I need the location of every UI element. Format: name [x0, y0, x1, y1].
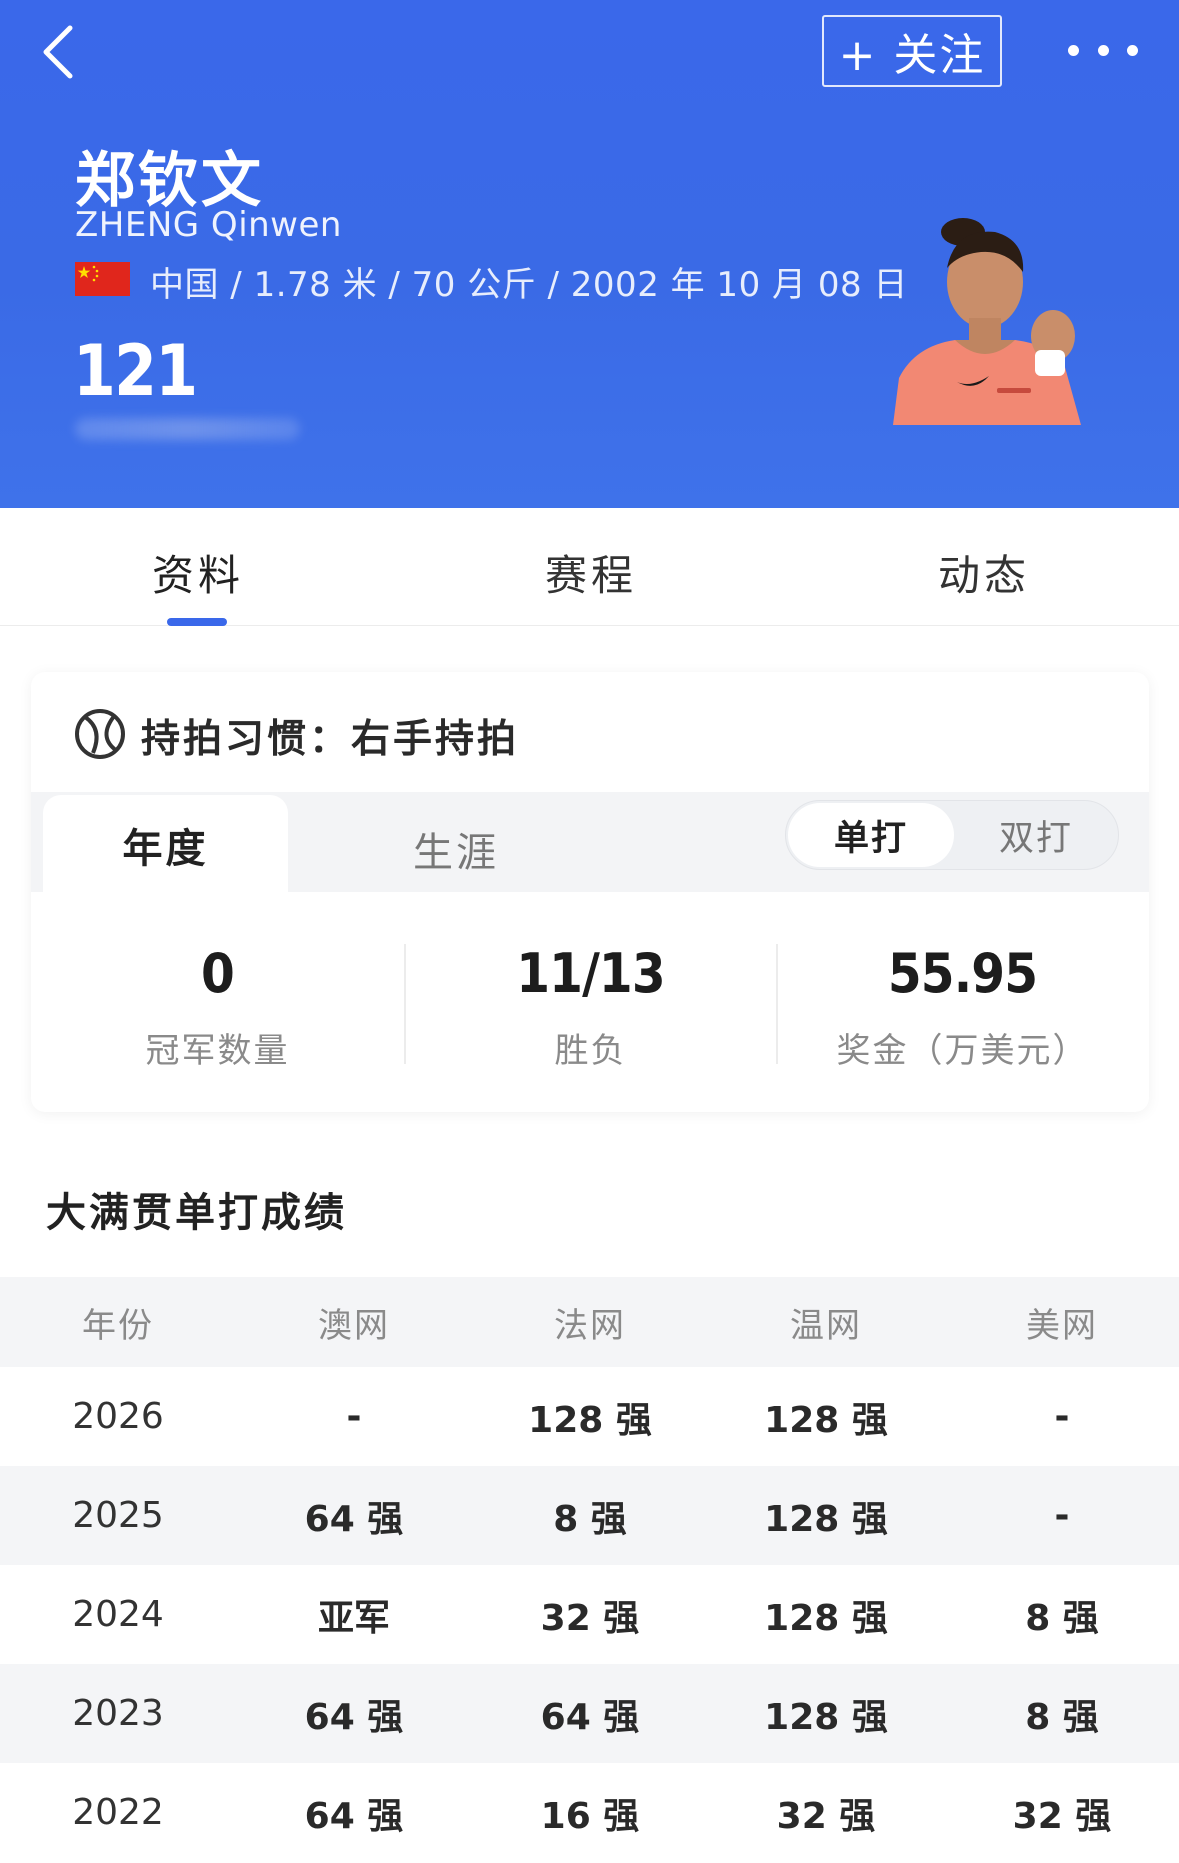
toggle-doubles[interactable]: 双打: [954, 803, 1118, 867]
stat-prize-money: 55.95 奖金（万美元）: [776, 942, 1149, 1072]
year-cell: 2026: [72, 1396, 164, 1437]
tab-yearly[interactable]: 年度: [43, 795, 288, 895]
result-cell: 8 强: [1025, 1696, 1099, 1738]
tab-career[interactable]: 生涯: [413, 820, 499, 878]
stat-titles: 0 冠军数量: [31, 942, 404, 1072]
active-tab-indicator: [167, 618, 227, 626]
singles-doubles-toggle: 单打 双打: [785, 800, 1119, 870]
result-cell: 64 强: [304, 1795, 404, 1837]
year-cell: 2025: [72, 1495, 164, 1536]
result-cell: -: [346, 1396, 362, 1437]
year-cell: 2022: [72, 1792, 164, 1833]
result-cell: 64 强: [304, 1696, 404, 1738]
result-cell: 128 强: [764, 1498, 888, 1540]
player-info-line: 中国 / 1.78 米 / 70 公斤 / 2002 年 10 月 08 日: [150, 265, 908, 305]
toggle-singles[interactable]: 单打: [788, 803, 954, 867]
header-cell: 年份: [82, 1305, 154, 1346]
player-photo: [885, 210, 1095, 425]
header-cell: 美网: [1026, 1305, 1098, 1346]
result-cell: 128 强: [528, 1399, 652, 1441]
table-row: 2023 64 强 64 强 128 强 8 强: [0, 1664, 1179, 1763]
tab-news[interactable]: 动态: [938, 542, 1030, 603]
back-arrow-icon[interactable]: [34, 22, 94, 82]
result-cell: 128 强: [764, 1696, 888, 1738]
table-row: 2025 64 强 8 强 128 强 -: [0, 1466, 1179, 1565]
result-cell: 64 强: [540, 1696, 640, 1738]
result-cell: -: [1054, 1396, 1070, 1437]
result-cell: 16 强: [540, 1795, 640, 1837]
header-cell: 法网: [554, 1305, 626, 1346]
result-cell: 8 强: [553, 1498, 627, 1540]
stat-win-loss: 11/13 胜负: [404, 942, 777, 1072]
table-row: 2022 64 强 16 强 32 强 32 强: [0, 1763, 1179, 1862]
profile-tabs: 资料 赛程 动态: [0, 508, 1179, 626]
year-cell: 2024: [72, 1594, 164, 1635]
tab-profile[interactable]: 资料: [152, 542, 244, 603]
stat-label: 奖金（万美元）: [836, 1031, 1089, 1071]
tennis-ball-icon: [73, 707, 127, 761]
player-name-en: ZHENG Qinwen: [75, 205, 342, 245]
table-row: 2024 亚军 32 强 128 强 8 强: [0, 1565, 1179, 1664]
result-cell: -: [1054, 1495, 1070, 1536]
stats-card: 持拍习惯：右手持拍 年度 生涯 单打 双打 0 冠军数量 11/13 胜负 55…: [31, 672, 1149, 1112]
follow-button[interactable]: + 关注: [822, 15, 1002, 87]
result-cell: 32 强: [1012, 1795, 1112, 1837]
tab-schedule[interactable]: 赛程: [545, 542, 637, 603]
stat-value: 0: [201, 942, 235, 1005]
result-cell: 8 强: [1025, 1597, 1099, 1639]
year-cell: 2023: [72, 1693, 164, 1734]
result-cell: 32 强: [540, 1597, 640, 1639]
result-cell: 128 强: [764, 1597, 888, 1639]
stat-value: 11/13: [516, 942, 665, 1005]
player-rank: 121: [73, 330, 198, 412]
grand-slam-title: 大满贯单打成绩: [46, 1190, 347, 1236]
blurred-text: [75, 418, 300, 440]
table-row: 2026 - 128 强 128 强 -: [0, 1367, 1179, 1466]
china-flag-icon: [75, 262, 130, 296]
header-cell: 温网: [790, 1305, 862, 1346]
result-cell: 32 强: [776, 1795, 876, 1837]
result-cell: 亚军: [317, 1597, 390, 1639]
stat-value: 55.95: [887, 942, 1038, 1005]
grip-habit: 持拍习惯：右手持拍: [141, 717, 520, 762]
player-header: + 关注 郑钦文 ZHENG Qinwen 中国 / 1.78 米 / 70 公…: [0, 0, 1179, 508]
header-cell: 澳网: [318, 1305, 390, 1346]
more-options-icon[interactable]: [1068, 30, 1138, 70]
stat-label: 冠军数量: [145, 1031, 290, 1071]
grand-slam-table: 年份 澳网 法网 温网 美网 2026 - 128 强 128 强 - 2025…: [0, 1277, 1179, 1862]
result-cell: 128 强: [764, 1399, 888, 1441]
result-cell: 64 强: [304, 1498, 404, 1540]
table-header-row: 年份 澳网 法网 温网 美网: [0, 1277, 1179, 1367]
stat-label: 胜负: [554, 1031, 627, 1071]
